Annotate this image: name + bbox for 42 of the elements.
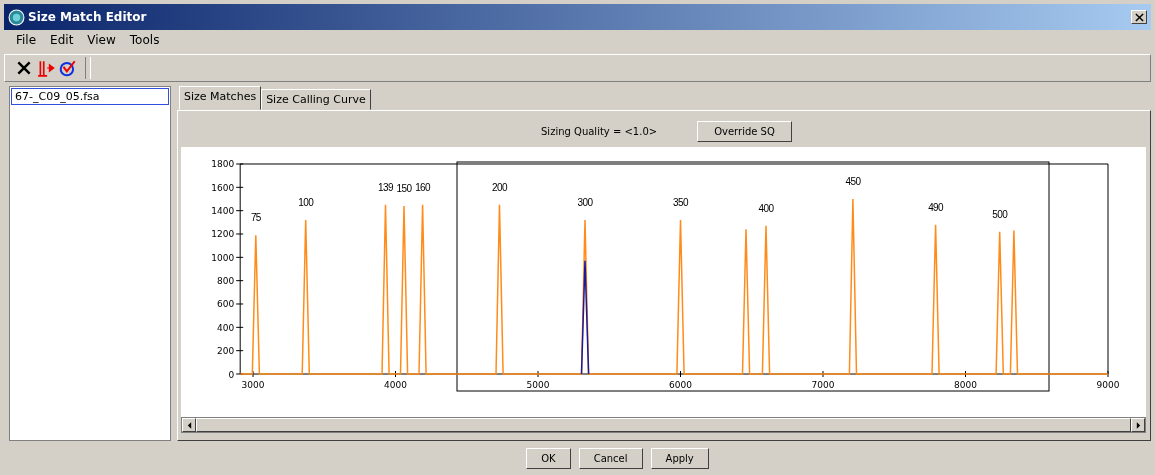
x-tick-label: 9000	[1096, 380, 1120, 390]
peak-label: 400	[758, 202, 774, 214]
y-tick-label: 1200	[211, 229, 235, 240]
tab[interactable]: Size Matches	[179, 86, 262, 110]
peak-label: 450	[845, 176, 861, 187]
y-tick-label: 1800	[211, 159, 235, 170]
peak-label: 200	[492, 181, 507, 193]
y-tick-label: 1000	[211, 252, 235, 263]
peak-label: 150	[396, 183, 412, 194]
x-tick-label: 3000	[241, 380, 265, 390]
sample-file-item[interactable]: 67-_C09_05.fsa	[11, 88, 169, 105]
menu-item[interactable]: Edit	[50, 33, 74, 49]
peak-label: 350	[673, 197, 688, 208]
y-tick-label: 1600	[211, 182, 235, 193]
x-tick-label: 8000	[954, 380, 978, 390]
menu-item[interactable]: View	[87, 33, 116, 49]
x-tick-label: 7000	[811, 380, 835, 390]
y-tick-label: 0	[228, 369, 235, 380]
x-tick-label: 6000	[669, 380, 693, 390]
x-tick-label: 4000	[384, 380, 408, 390]
dialog-button[interactable]: Cancel	[578, 447, 643, 469]
dialog-button[interactable]: Apply	[650, 447, 709, 469]
y-tick-label: 400	[216, 322, 235, 333]
override-button[interactable]: Override SQ	[697, 120, 792, 142]
sizing-quality-text: Sizing Quality = <1.0>	[541, 125, 658, 137]
menu-item[interactable]: Tools	[129, 33, 160, 49]
dialog-button[interactable]: OK	[526, 447, 571, 469]
peak-label: 300	[577, 197, 593, 208]
peak-label: 75	[250, 212, 261, 224]
y-tick-label: 600	[216, 299, 235, 310]
y-tick-label: 1400	[211, 206, 235, 217]
y-tick-label: 800	[216, 276, 235, 287]
tab[interactable]: Size Calling Curve	[261, 89, 371, 110]
x-tick-label: 5000	[526, 380, 550, 390]
peak-label: 490	[928, 201, 943, 213]
window-title: Size Match Editor	[28, 10, 148, 24]
peak-label: 500	[992, 208, 1008, 220]
peak-label: 100	[298, 197, 314, 208]
y-tick-label: 200	[216, 346, 235, 357]
menu-item[interactable]: File	[16, 33, 37, 49]
peak-label: 139	[378, 181, 393, 193]
peak-label: 160	[415, 181, 430, 193]
